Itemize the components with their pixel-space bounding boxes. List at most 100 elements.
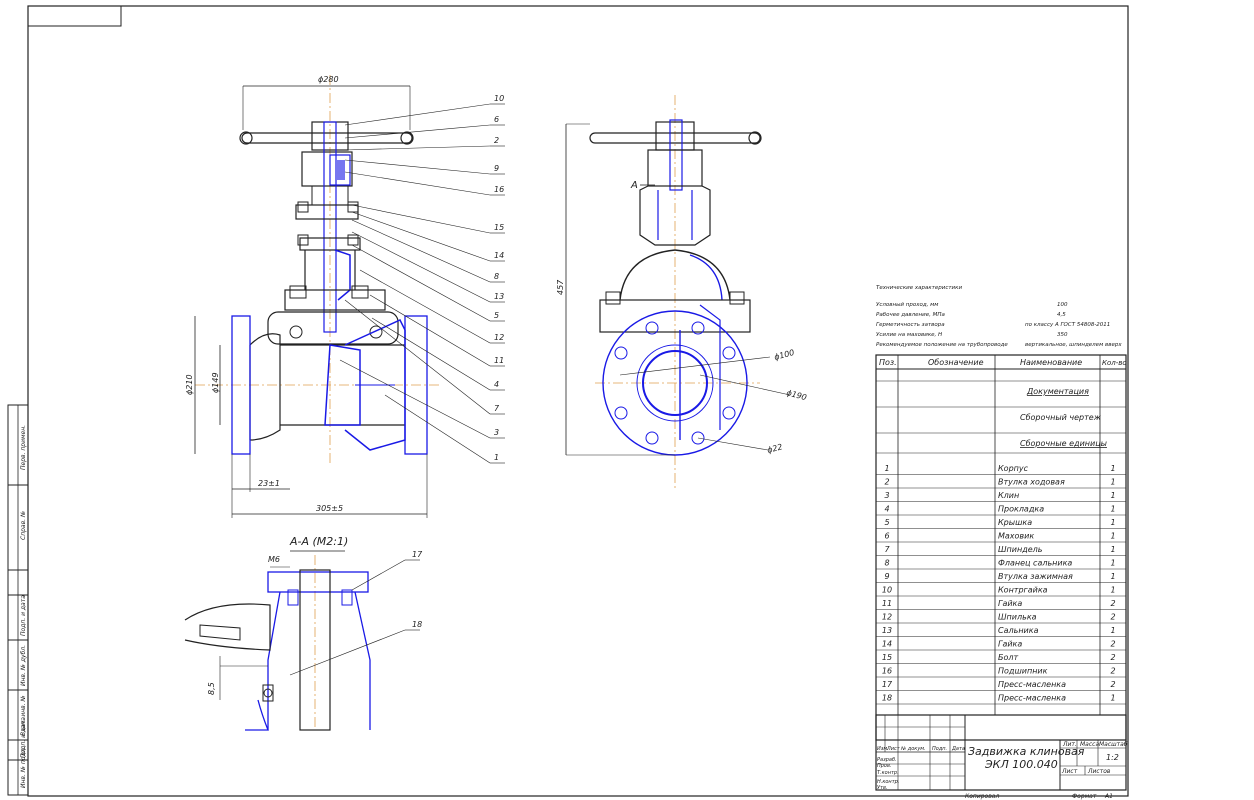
- spec-row-qty: 2: [1110, 599, 1115, 608]
- tb-scale: 1:2: [1106, 753, 1119, 762]
- callout-14: 14: [494, 251, 504, 260]
- stamp-podp-2: Подп. и дата: [20, 595, 27, 636]
- tb-title-2: ЭКЛ 100.040: [984, 758, 1058, 771]
- spec-row-qty: 1: [1110, 572, 1115, 581]
- spec-row-name: Маховик: [998, 532, 1034, 541]
- spec-row-pos: 8: [884, 559, 889, 568]
- spec-row-qty: 1: [1110, 478, 1115, 487]
- spec-row-name: Пресс-масленка: [998, 680, 1066, 689]
- front-callout-labels: 10 6 2 9 16 15 14 8 13 5 12 11 4 7 3 1: [494, 94, 504, 462]
- dim-bore: ϕ149: [211, 372, 220, 393]
- tb-lit: Лит.: [1062, 741, 1077, 748]
- dim-height: 457: [556, 279, 565, 295]
- dim-detail: 8,5: [207, 682, 216, 695]
- spec-row-qty: 1: [1110, 464, 1115, 473]
- tb-list: Лист: [886, 746, 901, 752]
- stamp-perv: Перв. примен.: [20, 425, 27, 470]
- tech-title: Технические характеристики: [876, 285, 962, 291]
- spec-row-name: Гайка: [998, 599, 1022, 608]
- tb-prov: Пров.: [877, 763, 892, 769]
- spec-row-qty: 1: [1110, 491, 1115, 500]
- spec-row-pos: 9: [884, 572, 889, 581]
- stamp-dubl: Инв. № дубл.: [20, 645, 27, 686]
- spec-row-pos: 14: [882, 640, 892, 649]
- callout-10: 10: [494, 94, 504, 103]
- callout-17: 17: [412, 550, 423, 559]
- callout-16: 16: [494, 185, 504, 194]
- callout-18: 18: [412, 620, 422, 629]
- tb-tkontr: Т.контр.: [877, 770, 899, 776]
- tech-k-0: Условный проход, мм: [876, 302, 938, 308]
- tech-v-1: 4,5: [1057, 312, 1066, 318]
- spec-row-pos: 10: [882, 586, 892, 595]
- dim-thread: M6: [268, 555, 280, 564]
- spec-row-pos: 18: [882, 694, 892, 703]
- spec-row-name: Втулка зажимная: [998, 572, 1073, 581]
- front-view: ϕ280 ϕ210 ϕ149 23±1 305±5: [185, 75, 440, 518]
- spec-row-pos: 4: [884, 505, 889, 514]
- spec-row-qty: 2: [1110, 680, 1115, 689]
- tech-v-2: по классу А ГОСТ 54808-2011: [1025, 322, 1110, 328]
- spec-h-qty: Кол-во: [1102, 359, 1127, 367]
- dim-hole: ϕ22: [766, 442, 783, 455]
- tech-v-3: 350: [1057, 332, 1068, 338]
- spec-row-pos: 17: [882, 680, 893, 689]
- callout-8: 8: [494, 272, 499, 281]
- top-stamp-box: [27, 5, 122, 27]
- spec-row-name: Клин: [998, 491, 1019, 500]
- spec-table: Поз. Обозначение Наименование Кол-во Док…: [875, 354, 1127, 741]
- tb-mass: Масса: [1080, 741, 1099, 748]
- callout-12: 12: [494, 333, 504, 342]
- spec-row-qty: 1: [1110, 532, 1115, 541]
- spec-row-pos: 1: [884, 464, 889, 473]
- spec-row-name: Шпиндель: [998, 545, 1043, 554]
- spec-row-name: Крышка: [998, 518, 1032, 527]
- callout-15: 15: [494, 223, 504, 232]
- spec-row-name: Болт: [998, 653, 1018, 662]
- callout-2: 2: [494, 136, 499, 145]
- side-stamp: Инв. № подл. Подп. и дата Взам. инв. № И…: [7, 404, 29, 796]
- spec-h-name: Наименование: [1020, 358, 1082, 367]
- callout-9: 9: [494, 164, 499, 173]
- dim-bolt-circle: ϕ190: [785, 388, 807, 402]
- callout-11: 11: [494, 356, 504, 365]
- drawing-sheet: Инв. № подл. Подп. и дата Взам. инв. № И…: [7, 5, 1129, 800]
- tech-v-0: 100: [1057, 302, 1068, 308]
- spec-sec-units: Сборочные единицы: [1020, 439, 1107, 448]
- spec-row-qty: 1: [1110, 518, 1115, 527]
- dim-flange: ϕ210: [185, 374, 194, 395]
- spec-h-pos: Поз.: [879, 358, 897, 367]
- tb-podp: Подп.: [932, 746, 947, 752]
- callout-3: 3: [494, 428, 499, 437]
- tb-copied: Копировал: [965, 793, 999, 800]
- spec-row-qty: 2: [1110, 653, 1115, 662]
- spec-row-pos: 5: [884, 518, 889, 527]
- dim-handwheel: ϕ280: [318, 75, 339, 84]
- tech-v-4: вертикальное, шпинделем вверх: [1025, 342, 1122, 348]
- section-aa: А-А (М2:1) M6 8,5 17 18: [184, 535, 423, 731]
- spec-row-name: Сальника: [998, 626, 1039, 635]
- tech-k-2: Герметичность затвора: [876, 322, 945, 328]
- spec-row-qty: 2: [1110, 667, 1115, 676]
- tb-dokum: № докум.: [900, 746, 926, 752]
- view-marker-a: А: [630, 180, 638, 191]
- spec-row-qty: 1: [1110, 545, 1115, 554]
- spec-row-pos: 7: [884, 545, 890, 554]
- spec-row-pos: 2: [884, 478, 889, 487]
- callout-6: 6: [494, 115, 499, 124]
- dim-thk: 23±1: [258, 479, 280, 488]
- tb-format-val: А1: [1104, 793, 1113, 800]
- tb-scale-label: Масштаб: [1099, 741, 1128, 748]
- spec-h-desig: Обозначение: [928, 358, 984, 367]
- dim-dn: ϕ100: [773, 348, 795, 362]
- spec-row-name: Гайка: [998, 640, 1022, 649]
- spec-row-qty: 1: [1110, 559, 1115, 568]
- callout-5: 5: [494, 311, 499, 320]
- spec-row-name: Шпилька: [998, 613, 1037, 622]
- spec-row-qty: 1: [1110, 626, 1115, 635]
- tb-utv: Утв.: [877, 785, 888, 791]
- spec-sec-docs: Документация: [1026, 387, 1089, 396]
- title-block: Изм. Лист № докум. Подп. Дата Разраб. Пр…: [875, 714, 1128, 800]
- side-view: 457 А ϕ100 ϕ190 ϕ22: [556, 95, 808, 490]
- callout-7: 7: [494, 404, 500, 413]
